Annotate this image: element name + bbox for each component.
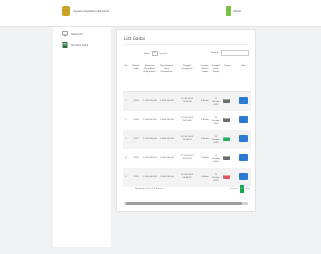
- page-title: List Gadai: [124, 36, 145, 41]
- column-header-jatuh-tempo[interactable]: Tanggal Jatuh Tempo: [211, 65, 221, 74]
- cell-lembar-waktu: 3 Bulan: [201, 156, 209, 159]
- cell-tanggal-pengajuan: 12-10-2022 13:20:40: [180, 117, 194, 122]
- cell-pinjaman: 1.500.000,00: [143, 175, 157, 178]
- action-button[interactable]: [239, 116, 248, 123]
- cell-no: 2: [125, 118, 127, 121]
- cell-nomor-gadai: 1236: [133, 156, 139, 159]
- cell-lembar-waktu: 3 Bulan: [201, 118, 209, 121]
- cell-pinjaman: 2.000.000,00: [143, 156, 157, 159]
- cell-no: 3: [125, 137, 127, 140]
- action-button[interactable]: [239, 135, 248, 142]
- column-header-nomor[interactable]: Nomor Gadai: [132, 65, 140, 71]
- cell-tanggal-pengajuan: 11-10-2022 14:48:12: [180, 174, 194, 179]
- table-row: 2 1238 1.200.000,00 1.800.000,00 12-10-2022 …: [123, 111, 251, 130]
- top-header: Yayasan Sejahtera Bersama Admin: [0, 0, 321, 27]
- search-control: Search:: [211, 50, 249, 56]
- cell-nomor-gadai: 1238: [133, 118, 139, 121]
- sidebar-item-transaksi-gadai[interactable]: Transaksi Gadai: [62, 42, 88, 48]
- cell-pinjaman: 1.200.000,00: [143, 99, 157, 102]
- action-button[interactable]: [239, 97, 248, 104]
- horizontal-scrollbar[interactable]: [124, 202, 248, 205]
- column-header-aksi: Aksi: [241, 65, 246, 67]
- cell-jatuh-tempo: 12 Oktober 2022: [211, 117, 221, 125]
- table-row: 4 1236 2.000.000,00 2.500.000,00 11-10-2022 …: [123, 149, 251, 168]
- column-header-pinjaman[interactable]: Pinjaman Yang Akan Dibayarkan: [143, 65, 156, 74]
- pagination-page-1[interactable]: 1: [239, 185, 244, 193]
- cell-lembar-waktu: 3 Bulan: [201, 99, 209, 102]
- cell-pinjaman: 1.200.000,00: [143, 137, 157, 140]
- brand-name: Yayasan Sejahtera Bersama: [73, 9, 110, 13]
- entries-select[interactable]: 10: [151, 51, 158, 56]
- table-row: 3 1237 1.200.000,00 1.800.000,00 12-10-2022 …: [123, 130, 251, 149]
- status-badge: Proses: [223, 155, 230, 160]
- show-label: Show: [144, 52, 150, 55]
- cell-nilai-barang: 1.800.000,00: [160, 137, 174, 140]
- status-badge: Ditolak: [223, 174, 230, 179]
- monitor-icon: [62, 31, 68, 37]
- status-badge: Proses: [223, 117, 230, 122]
- entries-length-control: Show 10 entries: [144, 51, 167, 56]
- document-icon: [62, 42, 68, 48]
- cell-nilai-barang: 1.800.000,00: [160, 118, 174, 121]
- cell-nilai-barang: 1.800.000,00: [160, 99, 174, 102]
- cell-no: 4: [125, 156, 127, 159]
- table-row: 1 1239 1.200.000,00 1.800.000,00 12-10-2022 …: [123, 92, 251, 111]
- sidebar-item-dashboard[interactable]: Dashboard: [62, 31, 83, 37]
- cell-nilai-barang: 2.500.000,00: [160, 156, 174, 159]
- cell-no: 1: [125, 99, 127, 102]
- user-name: Admin: [233, 9, 242, 13]
- column-header-no[interactable]: No: [123, 65, 129, 68]
- cell-jatuh-tempo: 12 Oktober 2022: [211, 136, 221, 144]
- cell-nomor-gadai: 1239: [133, 99, 139, 102]
- sidebar-item-label: Transaksi Gadai: [71, 43, 89, 47]
- status-badge: Diterima: [223, 136, 230, 141]
- cell-tanggal-pengajuan: 12-10-2022 13:26:06: [180, 98, 194, 103]
- column-header-waktu[interactable]: Lembar Waktu Gadai: [200, 65, 210, 74]
- pagination: Previous 1 Next: [229, 185, 251, 193]
- table-info: Showing 1 to 5 of 5 entries: [135, 188, 164, 190]
- pagination-previous[interactable]: Previous: [229, 186, 239, 192]
- cell-nilai-barang: 1.900.000,00: [160, 175, 174, 178]
- user-menu[interactable]: Admin: [226, 6, 241, 16]
- logo-icon: [62, 6, 70, 16]
- cell-jatuh-tempo: 11 Oktober 2022: [211, 174, 221, 182]
- column-header-status[interactable]: Status: [223, 65, 232, 68]
- cell-no: 5: [125, 175, 127, 178]
- cell-pinjaman: 1.200.000,00: [143, 118, 157, 121]
- user-avatar-icon: [226, 6, 231, 16]
- cell-nomor-gadai: 1235: [133, 175, 139, 178]
- action-button[interactable]: [239, 173, 248, 180]
- cell-jatuh-tempo: 12 Oktober 2022: [211, 98, 221, 106]
- search-input[interactable]: [220, 50, 249, 56]
- cell-jatuh-tempo: 11 Oktober 2022: [211, 155, 221, 163]
- brand[interactable]: Yayasan Sejahtera Bersama: [62, 6, 109, 16]
- sidebar-item-label: Dashboard: [71, 32, 83, 36]
- cell-lembar-waktu: 3 Bulan: [201, 137, 209, 140]
- table-header: No Nomor Gadai Pinjaman Yang Akan Dibaya…: [123, 61, 251, 92]
- column-header-nilai[interactable]: Nilai Barang Yang Ditawarkan: [160, 65, 173, 74]
- cell-nomor-gadai: 1237: [133, 137, 139, 140]
- cell-tanggal-pengajuan: 12-10-2022 13:18:22: [180, 136, 194, 141]
- cell-lembar-waktu: 3 Bulan: [201, 175, 209, 178]
- cell-tanggal-pengajuan: 11-10-2022 15:03:24: [180, 155, 194, 160]
- status-badge: Proses: [223, 98, 230, 103]
- divider: [123, 44, 249, 45]
- action-button[interactable]: [239, 154, 248, 161]
- entries-label: entries: [159, 52, 167, 55]
- pagination-next[interactable]: Next: [245, 186, 251, 192]
- sidebar: Dashboard Transaksi Gadai: [53, 27, 111, 247]
- list-panel: List Gadai Show 10 entries Search: No No…: [116, 29, 256, 212]
- column-header-tanggal[interactable]: Tanggal Pengajuan: [180, 65, 194, 71]
- scrollbar-thumb[interactable]: [126, 202, 242, 205]
- search-label: Search:: [211, 52, 219, 54]
